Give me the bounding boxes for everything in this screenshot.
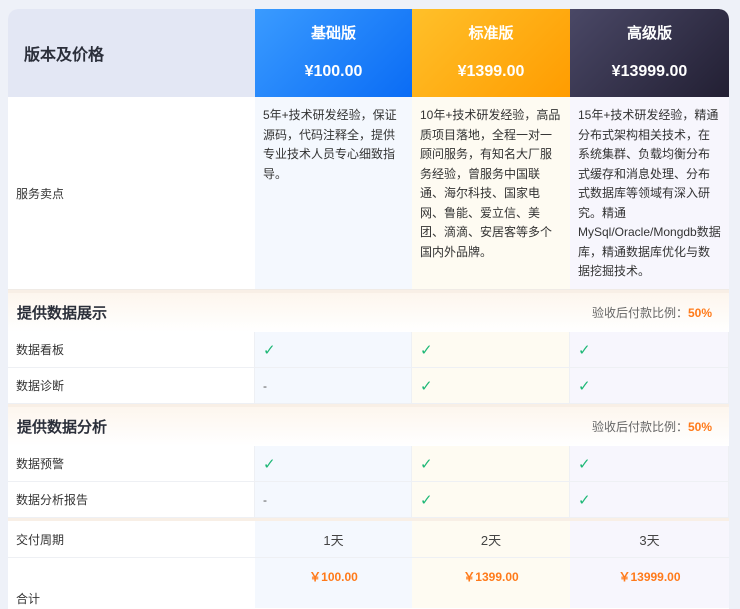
check-icon: ✓ (420, 491, 433, 509)
plan-name: 基础版 (310, 25, 356, 42)
feature-label: 数据分析报告 (8, 482, 255, 517)
delivery-premium: 3天 (570, 521, 729, 557)
total-premium: ￥13999.00 (570, 558, 729, 608)
payment-ratio: 验收后付款比例：50% (592, 304, 712, 321)
feature-label: 数据诊断 (8, 368, 255, 403)
service-desc-basic: 5年+技术研发经验，保证源码，代码注释全，提供专业技术人员专心细致指导。 (255, 97, 412, 289)
pricing-table: 版本及价格 基础版 ¥100.00 标准版 ¥1399.00 高级版 ¥1399… (8, 9, 729, 609)
pricing-header: 版本及价格 基础版 ¥100.00 标准版 ¥1399.00 高级版 ¥1399… (8, 9, 729, 97)
section-header: 提供数据分析 验收后付款比例：50% (8, 404, 729, 446)
payment-ratio-value: 50% (687, 420, 712, 434)
service-label: 服务卖点 (16, 186, 65, 201)
service-desc-standard: 10年+技术研发经验，高品质项目落地，全程一对一顾问服务，有知名大厂服务经验，曾… (412, 97, 570, 289)
total-label: 合计 (16, 592, 41, 606)
section-title: 提供数据展示 (17, 305, 108, 322)
check-icon: ✓ (420, 341, 433, 359)
plan-name: 标准版 (468, 25, 514, 42)
delivery-row: 交付周期 1天 2天 3天 (8, 518, 729, 558)
check-icon: ✓ (263, 455, 276, 473)
section-header: 提供数据展示 验收后付款比例：50% (8, 290, 729, 332)
plan-price: ¥1399.00 (457, 63, 525, 80)
payment-ratio: 验收后付款比例：50% (592, 418, 712, 435)
check-icon: ✓ (578, 491, 591, 509)
table-row: 数据看板 ✓ ✓ ✓ (8, 332, 729, 368)
plan-premium[interactable]: 高级版 ¥13999.00 (570, 9, 729, 97)
table-row: 数据预警 ✓ ✓ ✓ (8, 446, 729, 482)
check-icon: ✓ (578, 377, 591, 395)
not-included-mark: - (263, 492, 267, 507)
table-row: 数据诊断 - ✓ ✓ (8, 368, 729, 404)
plan-name: 高级版 (626, 25, 672, 42)
table-row: 数据分析报告 - ✓ ✓ (8, 482, 729, 518)
check-icon: ✓ (578, 341, 591, 359)
check-icon: ✓ (420, 455, 433, 473)
total-basic: ￥100.00 (255, 558, 412, 608)
delivery-standard: 2天 (412, 521, 570, 557)
section-title: 提供数据分析 (17, 419, 108, 436)
check-icon: ✓ (420, 377, 433, 395)
plan-price: ¥13999.00 (611, 63, 688, 80)
delivery-basic: 1天 (255, 521, 412, 557)
payment-ratio-label: 验收后付款比例： (591, 306, 688, 320)
total-standard: ￥1399.00 (412, 558, 570, 608)
payment-ratio-label: 验收后付款比例： (591, 420, 688, 434)
total-label-cell: 合计 (8, 558, 255, 608)
payment-ratio-value: 50% (687, 306, 712, 320)
feature-label: 数据预警 (8, 446, 255, 481)
plan-standard[interactable]: 标准版 ¥1399.00 (412, 9, 570, 97)
feature-label: 数据看板 (8, 332, 255, 367)
service-desc-premium: 15年+技术研发经验，精通分布式架构相关技术，在系统集群、负载均衡分布式缓存和消… (570, 97, 729, 289)
plan-basic[interactable]: 基础版 ¥100.00 (255, 9, 412, 97)
service-row: 服务卖点 5年+技术研发经验，保证源码，代码注释全，提供专业技术人员专心细致指导… (8, 97, 729, 290)
total-row: 合计 ￥100.00 ￥1399.00 ￥13999.00 (8, 558, 729, 608)
check-icon: ✓ (263, 341, 276, 359)
header-title: 版本及价格 (8, 9, 255, 97)
delivery-label: 交付周期 (16, 532, 65, 547)
not-included-mark: - (263, 378, 267, 393)
check-icon: ✓ (578, 455, 591, 473)
plan-price: ¥100.00 (304, 63, 363, 80)
